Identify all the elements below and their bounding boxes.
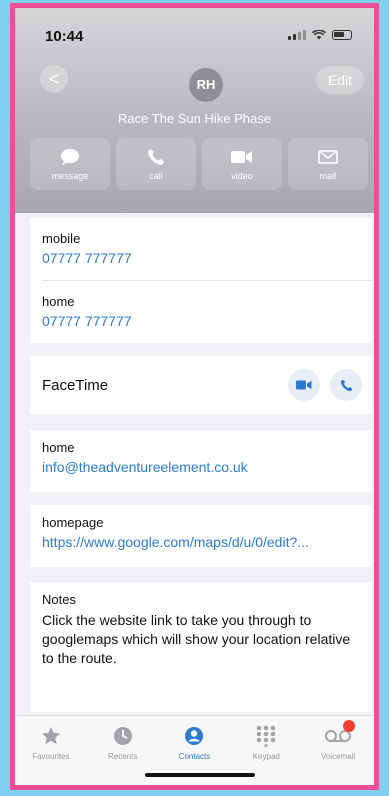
contact-header: 10:44 < RH Edit Race The Sun Hike Phase … bbox=[15, 8, 374, 213]
phone-number[interactable]: 07777 777777 bbox=[42, 313, 360, 329]
battery-icon bbox=[332, 30, 352, 40]
facetime-row: FaceTime bbox=[30, 356, 372, 414]
keypad-icon bbox=[256, 724, 276, 748]
email-card: home info@theadventureelement.co.uk bbox=[30, 430, 372, 492]
signal-icon bbox=[288, 30, 306, 40]
star-icon bbox=[40, 724, 62, 748]
video-icon bbox=[296, 380, 312, 390]
facetime-audio-button[interactable] bbox=[330, 369, 362, 401]
mail-icon bbox=[318, 147, 338, 167]
status-time: 10:44 bbox=[45, 28, 84, 45]
voicemail-badge bbox=[343, 720, 356, 732]
quick-actions: message call video mail bbox=[30, 138, 370, 190]
avatar: RH bbox=[189, 68, 223, 102]
tab-voicemail[interactable]: Voicemail bbox=[305, 720, 371, 785]
clock-icon bbox=[113, 724, 133, 748]
back-button[interactable]: < bbox=[40, 65, 68, 93]
facetime-video-button[interactable] bbox=[288, 369, 320, 401]
phone-numbers-card: mobile 07777 777777 home 07777 777777 bbox=[30, 218, 372, 343]
voicemail-icon bbox=[325, 720, 356, 748]
phone-label: mobile bbox=[42, 231, 81, 246]
home-indicator[interactable] bbox=[145, 773, 255, 777]
notes-card: Notes Click the website link to take you… bbox=[30, 582, 372, 712]
message-button[interactable]: message bbox=[30, 138, 110, 190]
phone-row-mobile[interactable]: mobile 07777 777777 bbox=[30, 218, 372, 280]
mail-button[interactable]: mail bbox=[288, 138, 368, 190]
homepage-link[interactable]: https://www.google.com/maps/d/u/0/edit?.… bbox=[42, 534, 360, 550]
facetime-label: FaceTime bbox=[42, 376, 109, 394]
wifi-icon bbox=[312, 30, 326, 40]
phone-label: home bbox=[42, 294, 75, 309]
phone-number[interactable]: 07777 777777 bbox=[42, 250, 360, 266]
person-icon bbox=[184, 724, 204, 748]
homepage-label: homepage bbox=[42, 515, 104, 530]
phone-icon bbox=[147, 147, 165, 167]
phone-screen: 10:44 < RH Edit Race The Sun Hike Phase … bbox=[10, 3, 379, 790]
notes-label: Notes bbox=[42, 592, 76, 607]
tab-favourites[interactable]: Favourites bbox=[18, 724, 84, 785]
status-icons bbox=[288, 30, 352, 40]
video-icon bbox=[231, 147, 253, 167]
notes-text: Click the website link to take you throu… bbox=[42, 612, 351, 666]
email-label: home bbox=[42, 440, 75, 455]
phone-icon bbox=[340, 379, 352, 391]
video-button[interactable]: video bbox=[202, 138, 282, 190]
phone-row-home[interactable]: home 07777 777777 bbox=[30, 281, 372, 343]
homepage-card: homepage https://www.google.com/maps/d/u… bbox=[30, 505, 372, 567]
call-button[interactable]: call bbox=[116, 138, 196, 190]
email-address[interactable]: info@theadventureelement.co.uk bbox=[42, 459, 360, 475]
edit-button[interactable]: Edit bbox=[316, 66, 364, 94]
message-icon bbox=[60, 147, 80, 167]
contact-name: Race The Sun Hike Phase bbox=[118, 111, 271, 126]
